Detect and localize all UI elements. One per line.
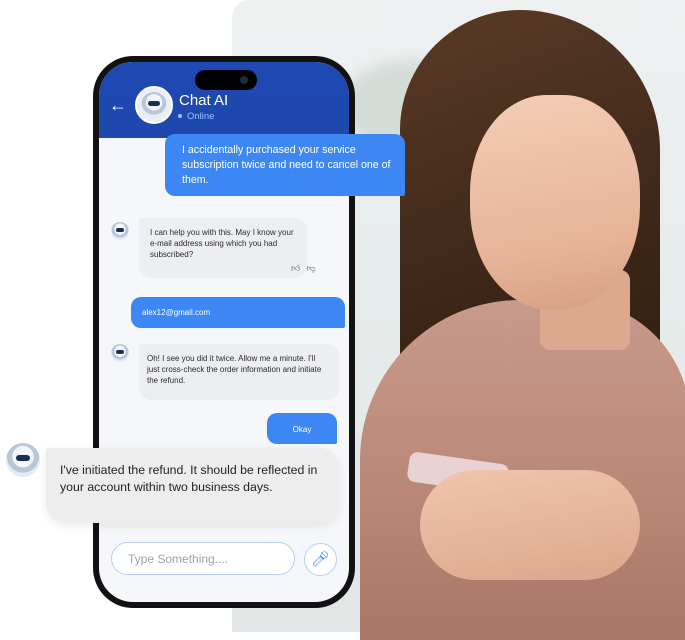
person-face [470, 95, 640, 310]
thumbs-down-icon[interactable]: 👎︎ [306, 263, 321, 273]
phone-notch [195, 70, 257, 90]
feedback-icons: 👍︎👎︎ [291, 263, 322, 274]
bot-message: Oh! I see you did it twice. Allow me a m… [139, 344, 339, 400]
user-message: alex12@gmail.com [131, 297, 345, 328]
person-hands [420, 470, 640, 580]
camera-icon [240, 76, 248, 84]
bot-message-floating: I've initiated the refund. It should be … [46, 448, 339, 523]
user-message: Okay [267, 413, 337, 444]
chat-title: Chat AI [179, 92, 229, 109]
robot-icon [111, 222, 129, 240]
bot-avatar [135, 86, 173, 124]
robot-icon [111, 344, 129, 362]
robot-icon [141, 92, 167, 118]
robot-icon [6, 443, 40, 477]
microphone-icon[interactable]: 🎤︎ [304, 543, 337, 576]
user-message: I accidentally purchased your service su… [165, 134, 405, 196]
message-input-wrap [111, 542, 295, 575]
thumbs-up-icon[interactable]: 👍︎ [291, 263, 306, 273]
arrow-left-icon[interactable]: ← [109, 96, 127, 114]
bot-message: I can help you with this. May I know you… [139, 218, 307, 278]
message-input[interactable] [126, 551, 290, 567]
online-dot-icon [178, 114, 182, 118]
chat-status: Online [187, 111, 215, 122]
